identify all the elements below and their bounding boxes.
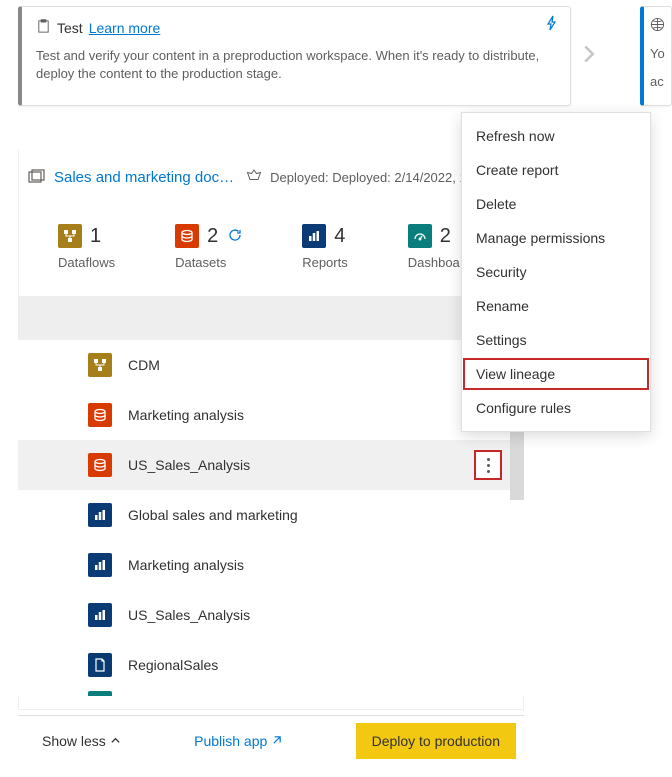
dataflow-icon <box>88 353 112 377</box>
workspace-icon <box>28 169 46 187</box>
production-stage-card: Yo ac <box>640 6 672 106</box>
list-item[interactable] <box>18 690 524 696</box>
list-item-label: Marketing analysis <box>128 407 244 423</box>
context-menu-item[interactable]: View lineage <box>462 357 650 391</box>
context-menu-item[interactable]: Refresh now <box>462 119 650 153</box>
dashboards-label: Dashboa <box>408 255 460 270</box>
prod-text-2: ac <box>650 73 665 91</box>
dataset-icon <box>88 453 112 477</box>
lightning-icon[interactable] <box>544 15 560 34</box>
test-stage-card: Test Learn more Test and verify your con… <box>18 6 571 106</box>
chevron-up-icon <box>110 735 121 746</box>
context-menu-item[interactable]: Create report <box>462 153 650 187</box>
publish-app-link[interactable]: Publish app <box>194 733 282 749</box>
dataset-icon <box>88 403 112 427</box>
dashboards-count: 2 Dashboa <box>408 224 460 270</box>
datasets-label: Datasets <box>175 255 242 270</box>
dataset-icon <box>175 224 199 248</box>
context-menu-item[interactable]: Delete <box>462 187 650 221</box>
dashboards-number: 2 <box>440 225 451 248</box>
content-list: CDM Marketing analysis US_Sales_Analysis Gl… <box>18 340 524 696</box>
external-link-icon <box>271 735 282 746</box>
context-menu-item[interactable]: Manage permissions <box>462 221 650 255</box>
dashboard-icon <box>408 224 432 248</box>
context-menu: Refresh nowCreate reportDeleteManage per… <box>461 112 651 432</box>
deploy-to-production-button[interactable]: Deploy to production <box>356 723 516 759</box>
context-menu-item[interactable]: Rename <box>462 289 650 323</box>
reports-number: 4 <box>334 225 345 248</box>
datasets-count: 2 Datasets <box>175 224 242 270</box>
premium-icon <box>246 168 262 187</box>
list-item-label: Marketing analysis <box>128 557 244 573</box>
list-item[interactable]: CDM <box>18 340 524 390</box>
dataflows-number: 1 <box>90 225 101 248</box>
globe-icon <box>650 19 665 35</box>
report-icon <box>88 603 112 627</box>
report-icon <box>88 503 112 527</box>
test-title: Test <box>57 20 83 36</box>
context-menu-item[interactable]: Configure rules <box>462 391 650 425</box>
show-less-toggle[interactable]: Show less <box>42 733 121 749</box>
test-description: Test and verify your content in a prepro… <box>36 47 556 83</box>
clipboard-icon <box>36 19 51 37</box>
learn-more-link[interactable]: Learn more <box>89 20 161 36</box>
prod-text-1: Yo <box>650 45 665 63</box>
dataflow-icon <box>58 224 82 248</box>
dataflows-count: 1 Dataflows <box>58 224 115 270</box>
list-item-label: RegionalSales <box>128 657 218 673</box>
context-menu-item[interactable]: Settings <box>462 323 650 357</box>
reports-count: 4 Reports <box>302 224 348 270</box>
list-item-label: US_Sales_Analysis <box>128 457 250 473</box>
list-item-label: CDM <box>128 357 160 373</box>
list-item[interactable]: US_Sales_Analysis <box>18 590 524 640</box>
workspace-name-link[interactable]: Sales and marketing doc… <box>54 169 234 186</box>
refresh-icon[interactable] <box>228 228 242 245</box>
list-item[interactable]: RegionalSales <box>18 640 524 690</box>
dataflows-label: Dataflows <box>58 255 115 270</box>
list-item-label: US_Sales_Analysis <box>128 607 250 623</box>
list-item[interactable]: Marketing analysis <box>18 540 524 590</box>
paginated-report-icon <box>88 653 112 677</box>
datasets-number: 2 <box>207 225 218 248</box>
stage-next-arrow[interactable] <box>582 44 596 69</box>
context-menu-item[interactable]: Security <box>462 255 650 289</box>
list-header-band <box>18 296 508 340</box>
reports-label: Reports <box>302 255 348 270</box>
footer-bar: Show less Publish app Deploy to producti… <box>18 715 524 765</box>
list-item[interactable]: Marketing analysis <box>18 390 524 440</box>
list-item[interactable]: Global sales and marketing <box>18 490 524 540</box>
more-options-button[interactable] <box>474 450 502 480</box>
list-item[interactable]: US_Sales_Analysis <box>18 440 524 490</box>
report-icon <box>88 553 112 577</box>
list-item-label: Global sales and marketing <box>128 507 298 523</box>
dashboard-icon <box>88 691 112 696</box>
report-icon <box>302 224 326 248</box>
